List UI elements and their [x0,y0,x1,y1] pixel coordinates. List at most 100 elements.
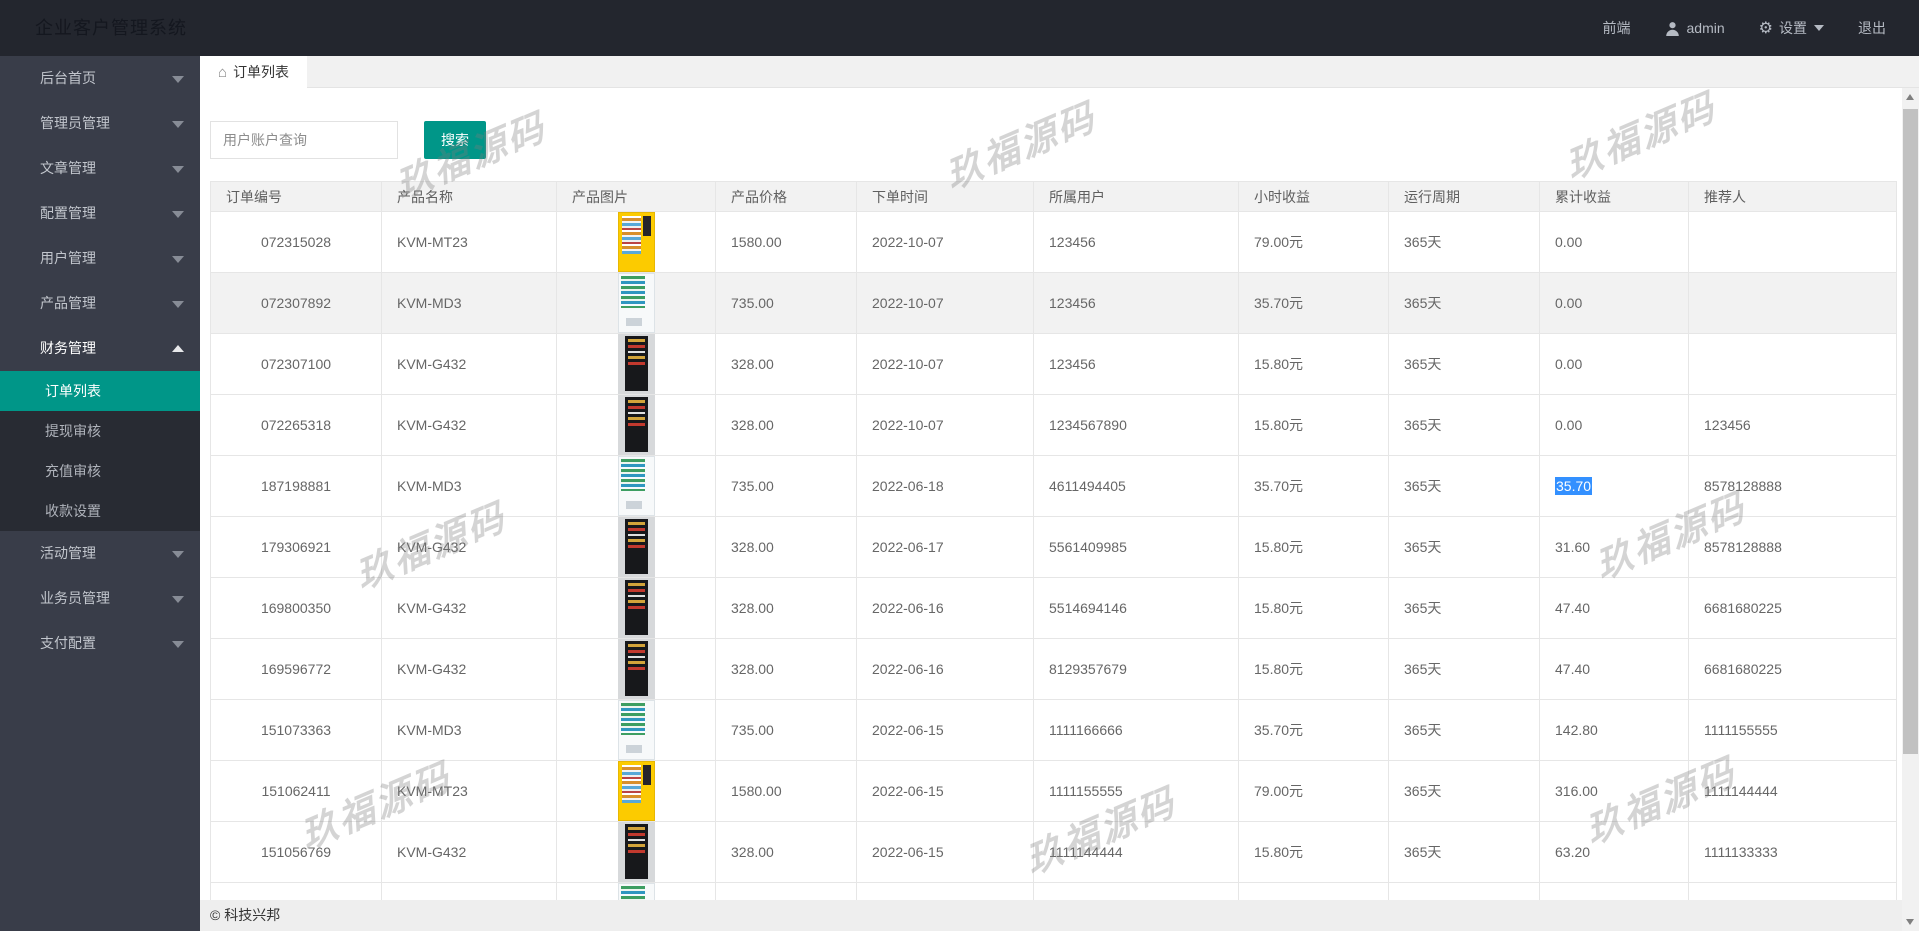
column-header: 产品图片 [556,181,716,212]
cell-order-time: 2022-10-07 [856,272,1034,334]
top-nav: 前端 admin ⚙ 设置 退出 [1586,0,1903,56]
cell-order-no: 169596772 [210,638,382,700]
sidebar-item[interactable]: 配置管理 [0,191,200,236]
cell-cycle: 365天 [1388,333,1540,395]
frontend-label: 前端 [1602,20,1631,36]
cell-price: 735.00 [715,699,857,761]
cell-referrer [1688,211,1897,273]
order-table: 订单编号 产品名称 产品图片 产品价格 下单时间 所属用户 小时收益 运行周期 累计收益 推荐人 … [210,181,1897,900]
cell-order-time: 2022-10-07 [856,211,1034,273]
cell-total-income: 35.70 [1539,455,1689,517]
cell-product-name: KVM-MD3 [381,455,557,517]
cell-image [556,516,716,578]
main-panel: 搜索 订单编号产品名称产品图片产品价格下单时间所属用户小时收益运行周期累计收益推… [200,88,1919,900]
table-row: 169800350 KVM-G432 328.00 2022-06-16 5514694… [210,577,1897,639]
sidebar-subitem[interactable]: 提现审核 [0,411,200,451]
sidebar-item[interactable]: 活动管理 [0,531,200,576]
sidebar-submenu: 订单列表 提现审核 充值审核 收款设置 [0,371,200,531]
sidebar-item[interactable]: 文章管理 [0,146,200,191]
sidebar-item[interactable]: 业务员管理 [0,576,200,621]
cell-cycle: 365天 [1388,821,1540,883]
scrollbar-thumb[interactable] [1903,109,1918,754]
column-header: 运行周期 [1388,181,1540,212]
product-image-vending-machine-white [617,456,655,516]
sidebar-subitem[interactable]: 充值审核 [0,451,200,491]
sidebar-item-label: 文章管理 [40,160,96,176]
product-image-vending-machine-black [617,822,655,882]
cell-order-no: 072307100 [210,333,382,395]
tab-order-list[interactable]: ⌂ 订单列表 [200,56,308,88]
sidebar-item[interactable]: 财务管理 [0,326,200,371]
sidebar-item[interactable]: 支付配置 [0,621,200,666]
cell-user: 1234567890 [1033,394,1239,456]
cell-referrer [1688,333,1897,395]
scroll-down-arrow-icon[interactable] [1906,919,1914,925]
sidebar-item-label: 活动管理 [40,545,96,561]
cell-order-no: 179306921 [210,516,382,578]
order-table-wrap: 订单编号 产品名称 产品图片 产品价格 下单时间 所属用户 小时收益 运行周期 累计收益 推荐人 … [210,181,1897,900]
column-header: 累计收益 [1539,181,1689,212]
cell-total-income: 0.00 [1539,211,1689,273]
product-image-vending-machine-yellow [617,761,655,821]
cell-order-time: 2022-06-16 [856,577,1034,639]
chevron-down-icon [172,551,184,558]
cell-referrer: 6681680225 [1688,638,1897,700]
footer: © 科技兴邦 [200,900,1919,931]
column-header: 订单编号 [210,181,382,212]
cell-total-income: 0.00 [1539,333,1689,395]
cell-user [1033,882,1239,900]
cell-order-time [856,882,1034,900]
cell-total-income [1539,882,1689,900]
cell-product-name: KVM-G432 [381,821,557,883]
sidebar-subitem[interactable]: 订单列表 [0,371,200,411]
cell-cycle: 365天 [1388,394,1540,456]
cell-total-income: 0.00 [1539,272,1689,334]
cell-cycle: 365天 [1388,638,1540,700]
cell-image [556,272,716,334]
sidebar-item[interactable]: 用户管理 [0,236,200,281]
cell-hourly-income: 15.80元 [1238,516,1389,578]
settings-menu[interactable]: ⚙ 设置 [1742,0,1841,56]
search-input[interactable] [210,121,398,159]
sidebar-item-label: 产品管理 [40,295,96,311]
user-menu[interactable]: admin [1648,0,1742,56]
cell-product-name: KVM-G432 [381,638,557,700]
product-image-vending-machine-white [617,700,655,760]
product-image-vending-machine-black [617,517,655,577]
chevron-up-icon [172,345,184,352]
top-header: 企业客户管理系统 前端 admin ⚙ 设置 退出 [0,0,1919,56]
cell-referrer: 1111144444 [1688,760,1897,822]
chevron-down-icon [172,121,184,128]
vertical-scrollbar[interactable] [1902,88,1919,931]
cell-product-name: KVM-G432 [381,394,557,456]
cell-image [556,699,716,761]
scroll-up-arrow-icon[interactable] [1906,94,1914,100]
search-button[interactable]: 搜索 [424,121,486,159]
chevron-down-icon [172,596,184,603]
table-row: 151062411 KVM-MT23 1580.00 2022-06-15 111115… [210,760,1897,822]
cell-price [715,882,857,900]
sidebar-subitem[interactable]: 收款设置 [0,491,200,531]
cell-referrer: 123456 [1688,394,1897,456]
copyright-text: © 科技兴邦 [210,907,281,923]
cell-price: 328.00 [715,638,857,700]
table-row: 151056769 KVM-G432 328.00 2022-06-15 1111144… [210,821,1897,883]
logout-link[interactable]: 退出 [1841,0,1903,56]
cell-hourly-income: 15.80元 [1238,821,1389,883]
sidebar-item[interactable]: 产品管理 [0,281,200,326]
cell-total-income: 47.40 [1539,577,1689,639]
cell-user: 123456 [1033,272,1239,334]
cell-order-time: 2022-10-07 [856,333,1034,395]
cell-image [556,760,716,822]
cell-referrer: 8578128888 [1688,455,1897,517]
cell-product-name: KVM-G432 [381,577,557,639]
sidebar-item[interactable]: 后台首页 [0,56,200,101]
cell-hourly-income: 79.00元 [1238,760,1389,822]
frontend-link[interactable]: 前端 [1586,0,1648,56]
cell-hourly-income: 35.70元 [1238,272,1389,334]
cell-image [556,394,716,456]
cell-total-income: 47.40 [1539,638,1689,700]
cell-cycle: 365天 [1388,577,1540,639]
cell-price: 328.00 [715,394,857,456]
sidebar-item[interactable]: 管理员管理 [0,101,200,146]
